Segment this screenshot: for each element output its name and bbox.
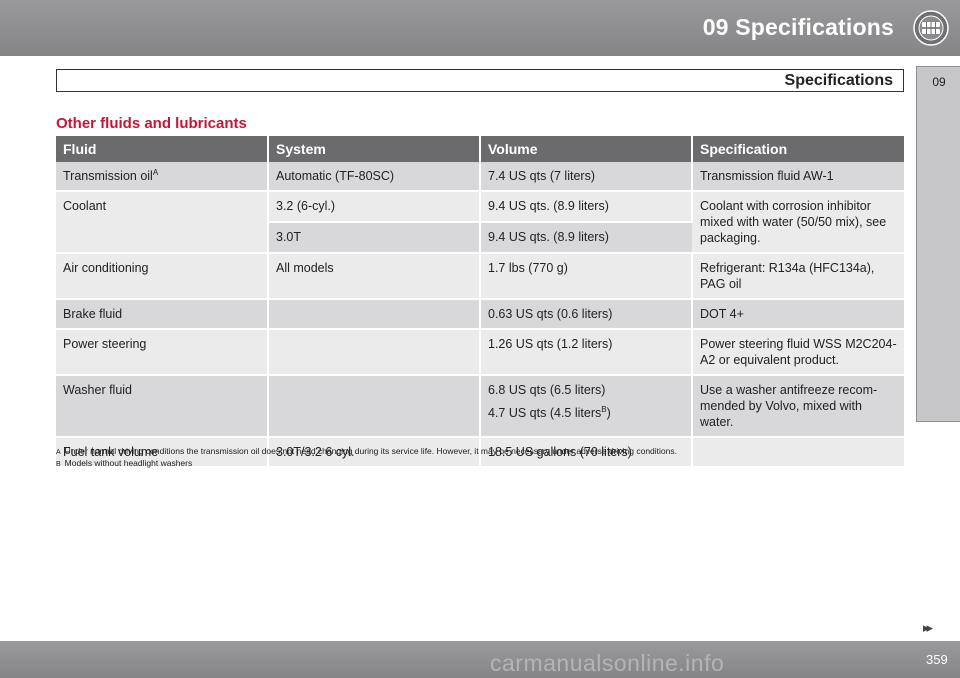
section-title-box: Specifications: [56, 69, 904, 92]
footnote-ref: A: [152, 167, 159, 177]
system-cell: All models: [268, 253, 481, 300]
table-row: Transmission oilA Automatic (TF-80SC) 7.…: [56, 162, 904, 192]
fluid-cell: Power steering: [56, 329, 269, 376]
table-row: Washer fluid 6.8 US qts (6.5 liters) 4.7…: [56, 375, 904, 438]
system-cell: [268, 329, 481, 376]
spec-cell: Use a washer antifreeze recom-mended by …: [692, 375, 904, 438]
volume-cell: 9.4 US qts. (8.9 liters): [480, 222, 692, 254]
table-row: Power steering 1.26 US qts (1.2 liters) …: [56, 329, 904, 376]
next-page-arrows-icon: ▸▸: [923, 620, 933, 635]
system-cell: Automatic (TF-80SC): [268, 162, 481, 192]
volume-cell: 1.7 lbs (770 g): [480, 253, 693, 300]
section-title: Specifications: [784, 72, 893, 89]
volume-cell: 7.4 US qts (7 liters): [480, 162, 693, 192]
volume-cell: 1.26 US qts (1.2 liters): [480, 329, 693, 376]
system-cell: [268, 299, 481, 330]
table-row: Brake fluid 0.63 US qts (0.6 liters) DOT…: [56, 299, 904, 330]
chapter-title: 09 Specifications: [702, 14, 894, 40]
volume-cell: 0.63 US qts (0.6 liters): [480, 299, 693, 330]
page-number: 359: [926, 652, 948, 667]
footnotes: A Under normal driving conditions the tra…: [56, 446, 904, 470]
footnote: B Models without headlight washers: [56, 458, 193, 468]
system-cell: 3.0T: [268, 222, 481, 254]
specifications-dial-icon: [913, 10, 949, 46]
fluid-cell: Air conditioning: [56, 253, 269, 300]
table-heading: Other fluids and lubricants: [56, 115, 247, 132]
fluid-cell: Brake fluid: [56, 299, 269, 330]
footnote: A Under normal driving conditions the tra…: [56, 446, 677, 456]
table-row: Coolant 3.2 (6-cyl.) 9.4 US qts. (8.9 li…: [56, 191, 904, 254]
spec-cell: DOT 4+: [692, 299, 904, 330]
spec-cell: Coolant with corrosion inhibitor mixed w…: [692, 191, 904, 254]
volume-line: 6.8 US qts (6.5 liters): [488, 383, 606, 397]
volume-line: 4.7 US qts (4.5 litersB): [488, 404, 611, 420]
chapter-header-bar: 09 Specifications: [0, 0, 960, 56]
chapter-side-tab: 09: [916, 66, 960, 422]
system-cell: 3.2 (6-cyl.): [268, 191, 481, 223]
column-header: Fluid: [56, 136, 269, 162]
fluid-cell: Transmission oilA: [56, 162, 269, 192]
table-header-row: Fluid System Volume Specification: [56, 136, 904, 162]
column-header: Volume: [480, 136, 693, 162]
fluids-table: Fluid System Volume Specification Transm…: [56, 136, 904, 468]
column-header: System: [268, 136, 481, 162]
spec-cell: Transmission fluid AW-1: [692, 162, 904, 192]
volume-cell: 9.4 US qts. (8.9 liters): [480, 191, 693, 223]
column-header: Specification: [692, 136, 904, 162]
fluid-cell: Coolant: [56, 191, 269, 254]
volume-cell: 6.8 US qts (6.5 liters) 4.7 US qts (4.5 …: [480, 375, 693, 438]
chapter-tab-number: 09: [932, 75, 946, 89]
table-row: Air conditioning All models 1.7 lbs (770…: [56, 253, 904, 300]
system-cell: [268, 375, 481, 438]
spec-cell: Power steering fluid WSS M2C204-A2 or eq…: [692, 329, 904, 376]
spec-cell: Refrigerant: R134a (HFC134a), PAG oil: [692, 253, 904, 300]
watermark: carmanualsonline.info: [490, 650, 725, 676]
fluid-cell: Washer fluid: [56, 375, 269, 438]
footer-bar: [0, 641, 960, 678]
